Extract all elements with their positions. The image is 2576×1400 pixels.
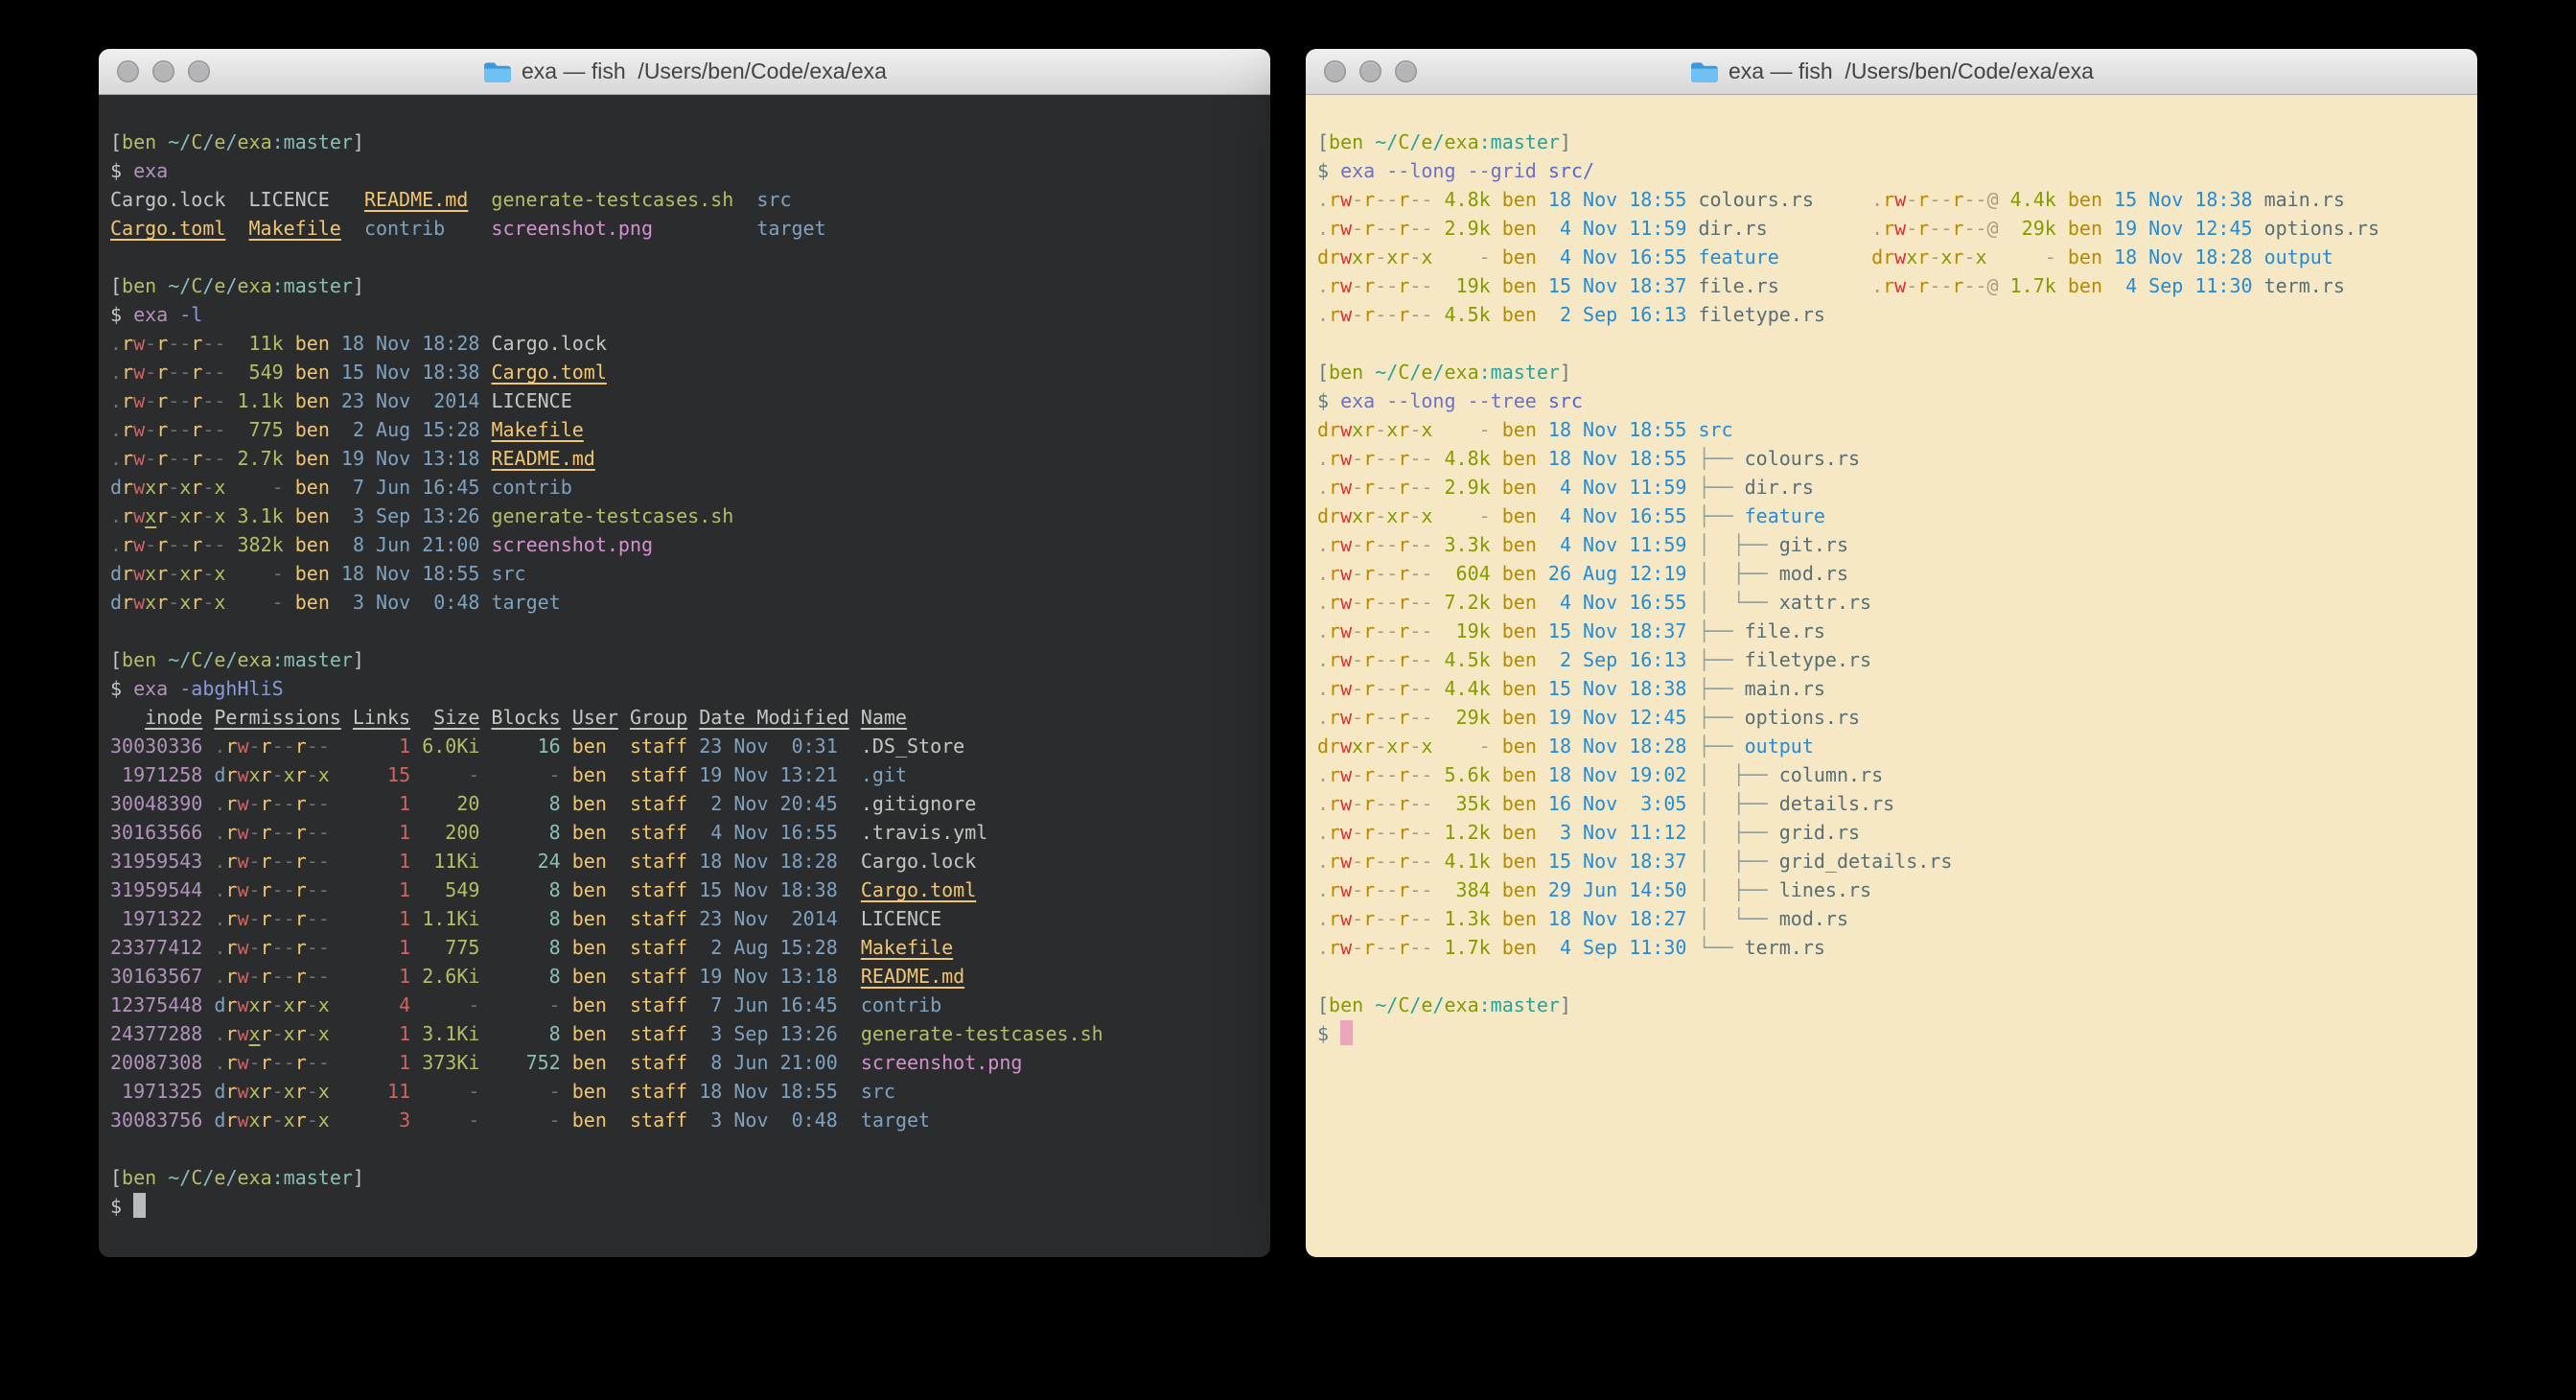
table-row: 1971322 .rw-r--r-- 1 1.1Ki 8 ben staff 2… [110,904,1259,933]
blank-line [1317,962,2466,991]
table-header-row: inode Permissions Links Size Blocks User… [110,703,1259,732]
tree-row: .rw-r--r-- 29k ben 19 Nov 12:45 ├── opti… [1317,703,2466,732]
long-grid-row: .rw-r--r-- 2.9k ben 4 Nov 11:59 dir.rs .… [1317,214,2466,243]
blank-line [110,617,1259,645]
cursor-line: $ [110,1192,1259,1221]
folder-icon [482,59,512,83]
file-list-row: .rw-r--r-- 549 ben 15 Nov 18:38 Cargo.to… [110,358,1259,386]
table-row: 30030336 .rw-r--r-- 1 6.0Ki 16 ben staff… [110,732,1259,760]
command-line: $ exa --long --tree src [1317,386,2466,415]
tree-row: .rw-r--r-- 19k ben 15 Nov 18:37 ├── file… [1317,617,2466,645]
text-cursor[interactable] [1340,1020,1353,1045]
file-list-row: .rwxr-xr-x 3.1k ben 3 Sep 13:26 generate… [110,502,1259,530]
blank-line [1317,329,2466,358]
zoom-button[interactable] [1395,60,1417,82]
desktop-background: exa — fish /Users/ben/Code/exa/exa [ben … [0,0,2576,1400]
terminal-window-dark[interactable]: exa — fish /Users/ben/Code/exa/exa [ben … [99,49,1270,1257]
table-row: 30163566 .rw-r--r-- 1 200 8 ben staff 4 … [110,818,1259,847]
command-line: $ exa -l [110,300,1259,329]
window-title-text: exa — fish /Users/ben/Code/exa/exa [1729,58,2094,84]
tree-row: drwxr-xr-x - ben 18 Nov 18:55 src [1317,415,2466,444]
window-title: exa — fish /Users/ben/Code/exa/exa [482,58,887,84]
file-list-row: .rw-r--r-- 2.7k ben 19 Nov 13:18 README.… [110,444,1259,473]
prompt-line: [ben ~/C/e/exa:master] [1317,358,2466,386]
tree-row: .rw-r--r-- 384 ben 29 Jun 14:50 │ ├── li… [1317,875,2466,904]
long-grid-row: .rw-r--r-- 4.8k ben 18 Nov 18:55 colours… [1317,185,2466,214]
file-list-row: .rw-r--r-- 775 ben 2 Aug 15:28 Makefile [110,415,1259,444]
minimize-button[interactable] [1359,60,1381,82]
file-list-row: drwxr-xr-x - ben 3 Nov 0:48 target [110,588,1259,617]
titlebar[interactable]: exa — fish /Users/ben/Code/exa/exa [1306,49,2477,95]
prompt-line: [ben ~/C/e/exa:master] [1317,991,2466,1019]
table-row: 31959544 .rw-r--r-- 1 549 8 ben staff 15… [110,875,1259,904]
window-title: exa — fish /Users/ben/Code/exa/exa [1689,58,2094,84]
table-row: 30048390 .rw-r--r-- 1 20 8 ben staff 2 N… [110,789,1259,818]
tree-row: .rw-r--r-- 1.3k ben 18 Nov 18:27 │ └── m… [1317,904,2466,933]
table-row: 1971258 drwxr-xr-x 15 - - ben staff 19 N… [110,760,1259,789]
file-grid-row: Cargo.lock LICENCE README.md generate-te… [110,185,1259,214]
prompt-line: [ben ~/C/e/exa:master] [110,271,1259,300]
folder-icon [1689,59,1719,83]
table-row: 1971325 drwxr-xr-x 11 - - ben staff 18 N… [110,1077,1259,1106]
tree-row: .rw-r--r-- 1.2k ben 3 Nov 11:12 │ ├── gr… [1317,818,2466,847]
zoom-button[interactable] [188,60,210,82]
long-grid-row: drwxr-xr-x - ben 4 Nov 16:55 feature drw… [1317,243,2466,271]
blank-line [110,243,1259,271]
prompt-line: [ben ~/C/e/exa:master] [110,128,1259,156]
close-button[interactable] [117,60,139,82]
tree-row: .rw-r--r-- 7.2k ben 4 Nov 16:55 │ └── xa… [1317,588,2466,617]
traffic-lights [1324,49,1417,94]
tree-row: .rw-r--r-- 604 ben 26 Aug 12:19 │ ├── mo… [1317,559,2466,588]
prompt-line: [ben ~/C/e/exa:master] [110,645,1259,674]
command-line: $ exa [110,156,1259,185]
table-row: 12375448 drwxr-xr-x 4 - - ben staff 7 Ju… [110,991,1259,1019]
terminal-content[interactable]: [ben ~/C/e/exa:master]$ exa --long --gri… [1306,95,2477,1257]
traffic-lights [117,49,210,94]
tree-row: .rw-r--r-- 4.8k ben 18 Nov 18:55 ├── col… [1317,444,2466,473]
tree-row: .rw-r--r-- 35k ben 16 Nov 3:05 │ ├── det… [1317,789,2466,818]
table-row: 31959543 .rw-r--r-- 1 11Ki 24 ben staff … [110,847,1259,875]
file-list-row: .rw-r--r-- 1.1k ben 23 Nov 2014 LICENCE [110,386,1259,415]
tree-row: .rw-r--r-- 3.3k ben 4 Nov 11:59 │ ├── gi… [1317,530,2466,559]
minimize-button[interactable] [152,60,174,82]
prompt-line: [ben ~/C/e/exa:master] [1317,128,2466,156]
table-row: 30163567 .rw-r--r-- 1 2.6Ki 8 ben staff … [110,962,1259,991]
tree-row: .rw-r--r-- 2.9k ben 4 Nov 11:59 ├── dir.… [1317,473,2466,502]
window-title-text: exa — fish /Users/ben/Code/exa/exa [522,58,887,84]
table-row: 23377412 .rw-r--r-- 1 775 8 ben staff 2 … [110,933,1259,962]
file-list-row: .rw-r--r-- 382k ben 8 Jun 21:00 screensh… [110,530,1259,559]
tree-row: .rw-r--r-- 4.5k ben 2 Sep 16:13 ├── file… [1317,645,2466,674]
tree-row: .rw-r--r-- 5.6k ben 18 Nov 19:02 │ ├── c… [1317,760,2466,789]
table-row: 30083756 drwxr-xr-x 3 - - ben staff 3 No… [110,1106,1259,1134]
long-grid-row: .rw-r--r-- 19k ben 15 Nov 18:37 file.rs … [1317,271,2466,300]
command-line: $ exa -abghHliS [110,674,1259,703]
file-list-row: drwxr-xr-x - ben 18 Nov 18:55 src [110,559,1259,588]
long-grid-row: .rw-r--r-- 4.5k ben 2 Sep 16:13 filetype… [1317,300,2466,329]
tree-row: .rw-r--r-- 1.7k ben 4 Sep 11:30 └── term… [1317,933,2466,962]
tree-row: drwxr-xr-x - ben 18 Nov 18:28 ├── output [1317,732,2466,760]
tree-row: .rw-r--r-- 4.4k ben 15 Nov 18:38 ├── mai… [1317,674,2466,703]
terminal-content[interactable]: [ben ~/C/e/exa:master]$ exaCargo.lock LI… [99,95,1270,1257]
tree-row: .rw-r--r-- 4.1k ben 15 Nov 18:37 │ ├── g… [1317,847,2466,875]
titlebar[interactable]: exa — fish /Users/ben/Code/exa/exa [99,49,1270,95]
file-list-row: drwxr-xr-x - ben 7 Jun 16:45 contrib [110,473,1259,502]
blank-line [110,1134,1259,1163]
text-cursor[interactable] [133,1193,146,1218]
cursor-line: $ [1317,1019,2466,1048]
command-line: $ exa --long --grid src/ [1317,156,2466,185]
table-row: 20087308 .rw-r--r-- 1 373Ki 752 ben staf… [110,1048,1259,1077]
prompt-line: [ben ~/C/e/exa:master] [110,1163,1259,1192]
table-row: 24377288 .rwxr-xr-x 1 3.1Ki 8 ben staff … [110,1019,1259,1048]
tree-row: drwxr-xr-x - ben 4 Nov 16:55 ├── feature [1317,502,2466,530]
close-button[interactable] [1324,60,1346,82]
file-grid-row: Cargo.toml Makefile contrib screenshot.p… [110,214,1259,243]
terminal-window-light[interactable]: exa — fish /Users/ben/Code/exa/exa [ben … [1306,49,2477,1257]
file-list-row: .rw-r--r-- 11k ben 18 Nov 18:28 Cargo.lo… [110,329,1259,358]
